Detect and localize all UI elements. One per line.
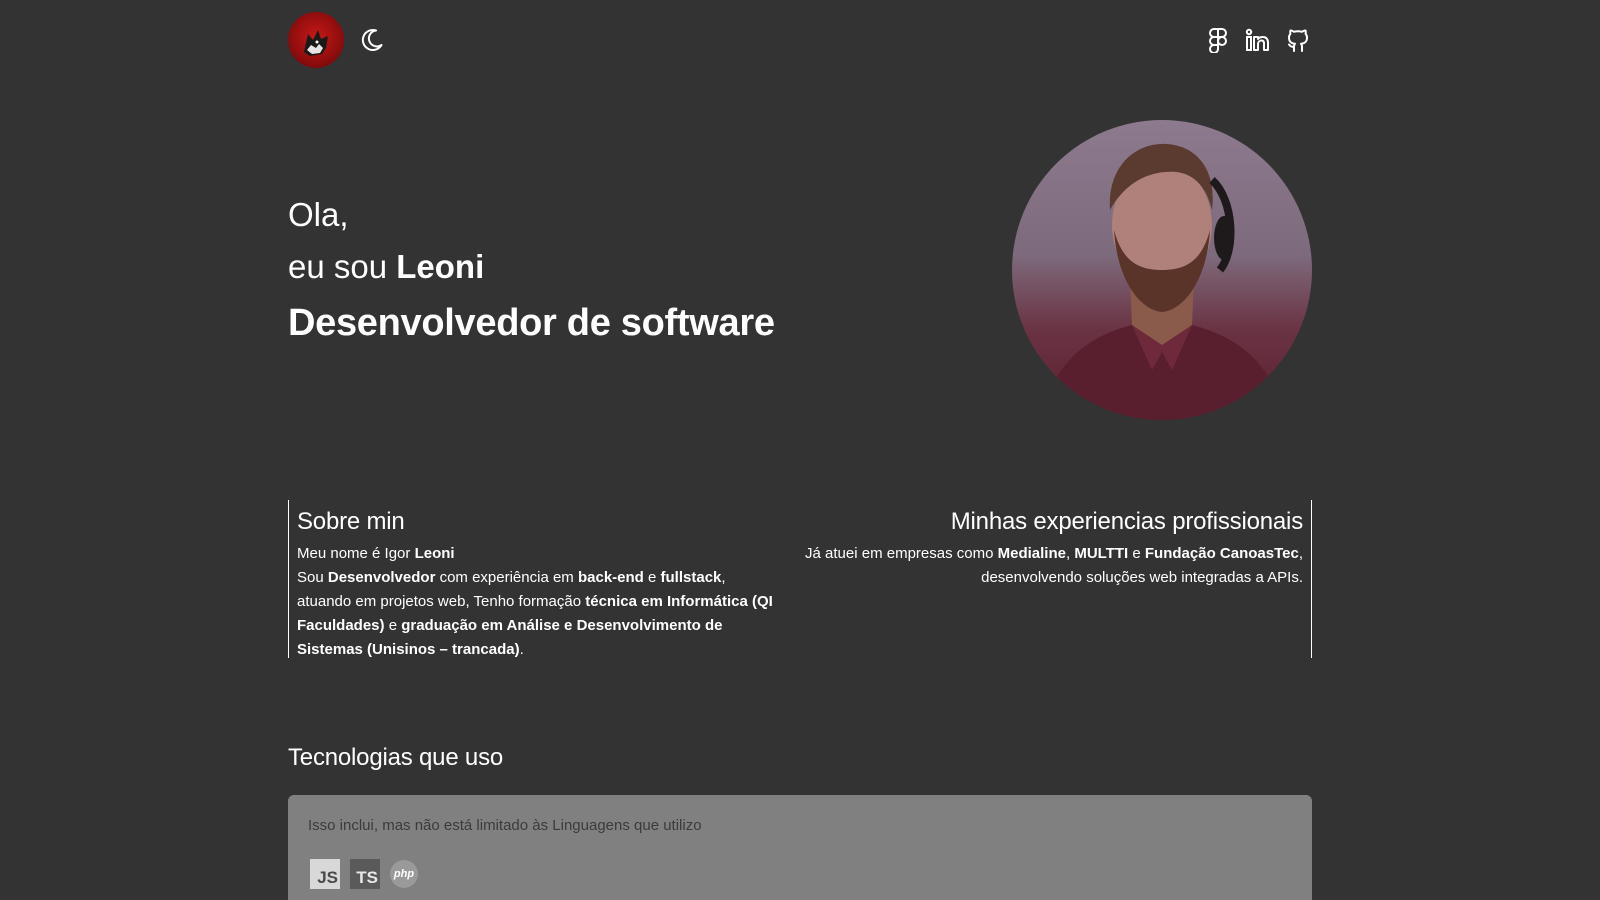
hero-role: Desenvolvedor de software (288, 302, 775, 344)
tech-box: Isso inclui, mas não está limitado às Li… (288, 795, 1312, 900)
github-icon[interactable] (1284, 26, 1312, 54)
javascript-icon: JS (310, 859, 340, 889)
tech-title: Tecnologias que uso (288, 744, 504, 771)
wolf-logo[interactable] (288, 12, 344, 68)
figma-icon[interactable] (1204, 26, 1232, 54)
hero-greeting: Ola, (288, 196, 349, 233)
about-card: Sobre min Meu nome é Igor Leoni Sou Dese… (288, 500, 778, 658)
moon-icon[interactable] (358, 26, 386, 54)
experience-card: Minhas experiencias profissionais Já atu… (788, 500, 1312, 658)
experience-paragraph: Já atuei em empresas como Medialine, MUL… (788, 542, 1303, 590)
text-fragment: e (643, 569, 661, 586)
typescript-icon: TS (350, 859, 380, 889)
text-fragment: e (384, 617, 402, 634)
about-name: Leoni (414, 545, 455, 562)
company-name: Fundação CanoasTec (1144, 545, 1299, 562)
language-list: JS TS php (310, 859, 418, 889)
company-name: Medialine (997, 545, 1066, 562)
text-fragment: Já atuei em empresas como (805, 545, 998, 562)
text-bold: fullstack (660, 569, 722, 586)
experience-title: Minhas experiencias profissionais (950, 508, 1303, 535)
linkedin-icon[interactable] (1244, 26, 1272, 54)
about-name-prefix: Meu nome é Igor (297, 545, 415, 562)
text-fragment: com experiência em (435, 569, 578, 586)
text-fragment: . (519, 641, 524, 658)
page-container: Ola, eu sou Leoni Desenvolvedor de softw… (288, 0, 1312, 900)
text-bold: Desenvolvedor (327, 569, 436, 586)
text-fragment: Sou (297, 569, 328, 586)
about-title: Sobre min (297, 508, 405, 535)
text-bold: back-end (577, 569, 644, 586)
hero-name: Leoni (396, 248, 485, 285)
header (288, 12, 1312, 68)
hero-intro: eu sou Leoni (288, 248, 484, 286)
tech-description: Isso inclui, mas não está limitado às Li… (308, 817, 702, 834)
text-fragment: e (1128, 545, 1145, 562)
about-line-name: Meu nome é Igor Leoni (297, 542, 778, 566)
company-name: MULTTI (1074, 545, 1129, 562)
php-icon: php (390, 860, 418, 888)
about-paragraph: Sou Desenvolvedor com experiência em bac… (297, 566, 778, 662)
profile-photo (1012, 120, 1312, 420)
hero-intro-prefix: eu sou (288, 248, 397, 285)
social-links (1204, 26, 1312, 54)
